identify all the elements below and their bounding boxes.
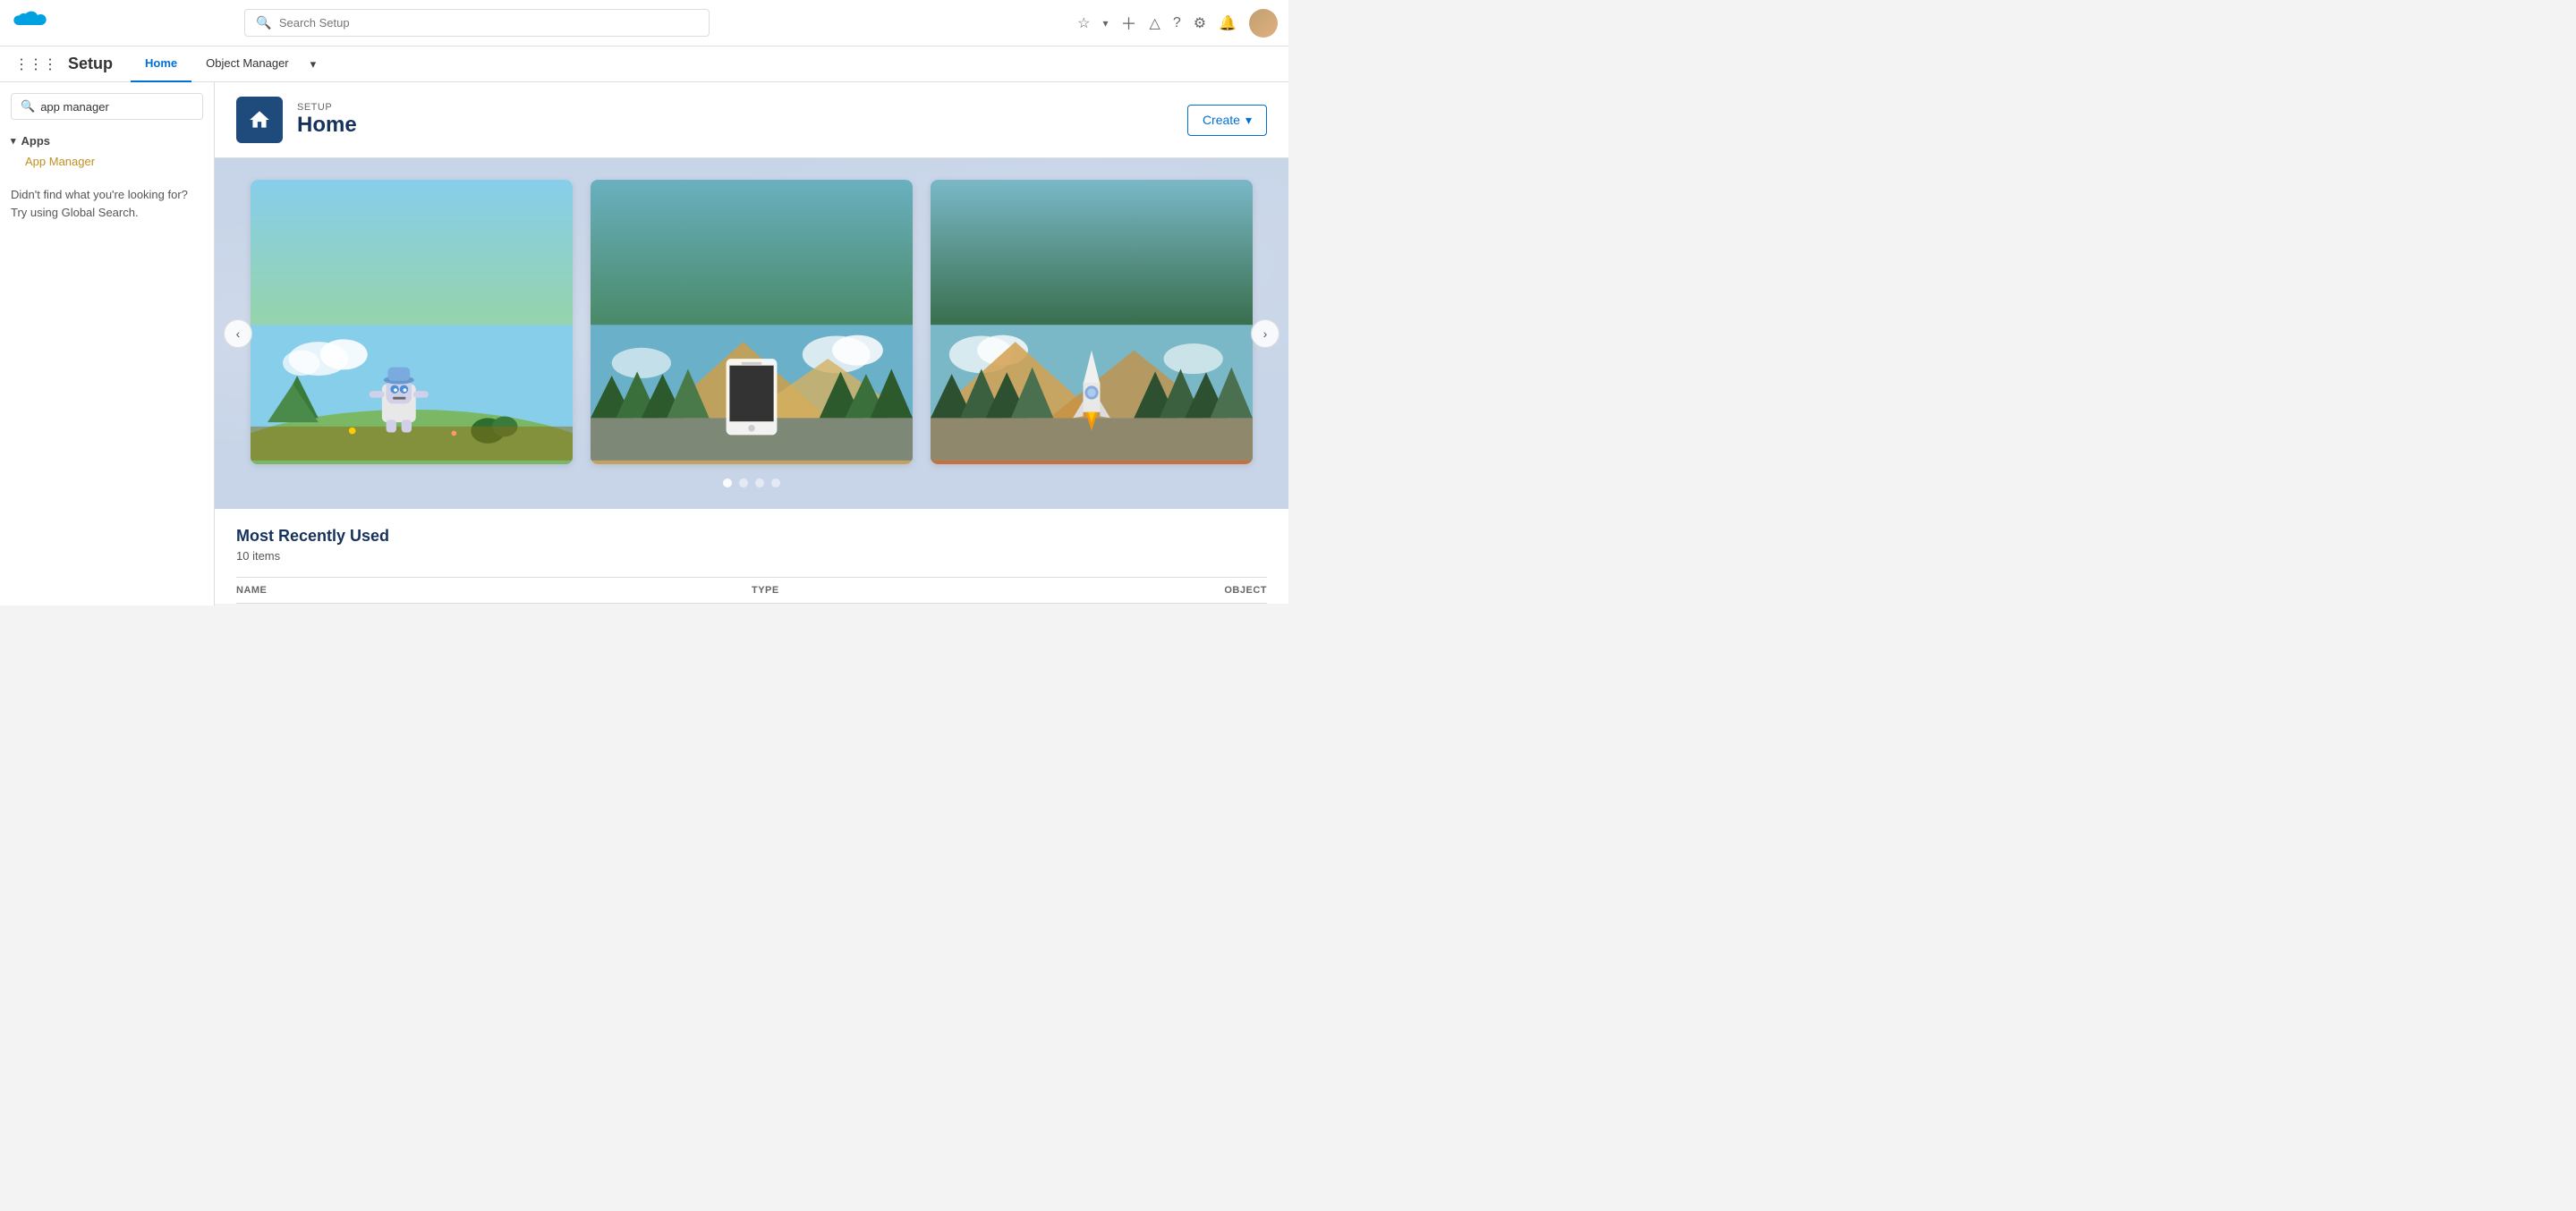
sidebar-search-icon: 🔍 [21, 99, 35, 114]
search-bar: 🔍 [244, 9, 710, 37]
page-header: SETUP Home Create ▾ [215, 82, 1288, 158]
app-title: Setup [68, 55, 113, 73]
carousel-container: Get Started with Einstein Bots Launch an… [251, 180, 1253, 464]
mru-section: Most Recently Used 10 items NAME TYPE OB… [215, 509, 1288, 604]
grid-icon[interactable]: ⋮⋮⋮ [14, 55, 57, 73]
carousel-dot-3[interactable] [755, 478, 764, 487]
content-area: SETUP Home Create ▾ ‹ [215, 82, 1288, 606]
trailhead-icon[interactable]: △ [1150, 14, 1160, 32]
carousel-dot-2[interactable] [739, 478, 748, 487]
setup-label: SETUP [297, 102, 357, 113]
mru-col-name: NAME [236, 585, 752, 596]
carousel-dots [251, 478, 1253, 487]
sidebar: 🔍 ▾ Apps App Manager Didn't find what yo… [0, 82, 215, 606]
sidebar-item-app-manager[interactable]: App Manager [11, 151, 203, 172]
sidebar-search-bar: 🔍 [11, 93, 203, 120]
search-input[interactable] [279, 16, 699, 30]
chevron-down-icon: ▾ [11, 135, 16, 147]
sidebar-search-input[interactable] [40, 100, 193, 114]
card-image-mobile [591, 180, 913, 464]
home-icon [236, 97, 283, 143]
page-header-left: SETUP Home [236, 97, 357, 143]
search-icon: 🔍 [256, 15, 271, 30]
salesforce-logo[interactable] [11, 9, 61, 37]
mru-col-type: TYPE [752, 585, 1009, 596]
carousel-card-setup: Go to Setup Assistant Let us guide you t… [931, 180, 1253, 464]
plus-icon[interactable]: ＋ [1121, 12, 1137, 35]
top-nav-right: ☆ ▾ ＋ △ ? ⚙ 🔔 [1077, 9, 1278, 38]
sidebar-section-header-apps[interactable]: ▾ Apps [11, 131, 203, 151]
carousel-section: ‹ [215, 158, 1288, 509]
tab-home[interactable]: Home [131, 47, 191, 82]
star-icon[interactable]: ☆ [1077, 14, 1090, 32]
top-navigation: 🔍 ☆ ▾ ＋ △ ? ⚙ 🔔 [0, 0, 1288, 47]
dropdown-icon[interactable]: ▾ [1102, 17, 1108, 30]
card-image-setup [931, 180, 1253, 464]
tab-more-dropdown[interactable]: ▾ [303, 57, 324, 72]
create-button[interactable]: Create ▾ [1187, 105, 1267, 136]
create-dropdown-icon: ▾ [1245, 113, 1252, 128]
mru-title: Most Recently Used [236, 527, 1267, 546]
carousel-dot-1[interactable] [723, 478, 732, 487]
mru-count: 10 items [236, 549, 1267, 563]
carousel-next-button[interactable]: › [1251, 319, 1279, 348]
bell-icon[interactable]: 🔔 [1219, 14, 1237, 32]
sidebar-section-apps: ▾ Apps App Manager [11, 131, 203, 172]
tab-bar: ⋮⋮⋮ Setup Home Object Manager ▾ [0, 47, 1288, 82]
tab-object-manager[interactable]: Object Manager [191, 47, 303, 82]
sidebar-not-found-text: Didn't find what you're looking for? Try… [11, 186, 203, 221]
main-layout: 🔍 ▾ Apps App Manager Didn't find what yo… [0, 82, 1288, 606]
mru-table-header: NAME TYPE OBJECT [236, 577, 1267, 604]
help-icon[interactable]: ? [1173, 15, 1181, 31]
carousel-dot-4[interactable] [771, 478, 780, 487]
gear-icon[interactable]: ⚙ [1194, 14, 1206, 32]
carousel-card-einstein: Get Started with Einstein Bots Launch an… [251, 180, 573, 464]
page-title: Home [297, 113, 357, 138]
carousel-prev-button[interactable]: ‹ [224, 319, 252, 348]
carousel-card-mobile: Mobile Publisher Use the Mobile Publishe… [591, 180, 913, 464]
page-header-text: SETUP Home [297, 102, 357, 138]
avatar[interactable] [1249, 9, 1278, 38]
mru-col-object: OBJECT [1009, 585, 1267, 596]
card-image-einstein [251, 180, 573, 464]
